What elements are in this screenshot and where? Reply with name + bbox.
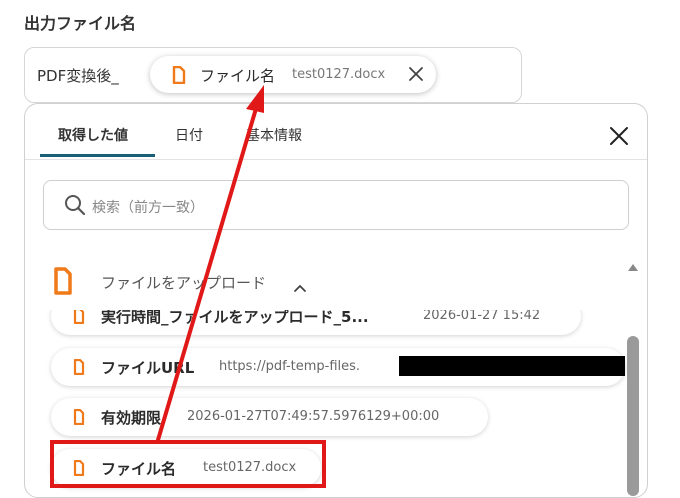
item-value: 2026-01-27 15:42	[423, 310, 541, 323]
output-filename-field[interactable]: PDF変換後_ ファイル名 test0127.docx	[24, 47, 522, 103]
item-label: 有効期限	[101, 409, 162, 427]
close-icon[interactable]	[609, 126, 629, 146]
tab-date[interactable]: 日付	[175, 125, 203, 145]
redacted-block	[399, 356, 625, 376]
file-icon	[53, 267, 73, 299]
scrollbar-thumb[interactable]	[627, 336, 639, 496]
file-icon	[73, 358, 85, 379]
file-icon	[73, 310, 85, 328]
search-icon	[64, 194, 86, 220]
chevron-up-icon[interactable]	[293, 278, 307, 297]
list-item[interactable]: 実行時間_ファイルをアップロード_5... 2026-01-27 15:42	[51, 310, 581, 335]
filename-token[interactable]: ファイル名 test0127.docx	[150, 56, 436, 93]
scroll-up-icon[interactable]	[627, 257, 639, 276]
item-label: 実行時間_ファイルをアップロード_5...	[101, 310, 369, 326]
active-tab-indicator	[40, 154, 155, 157]
tab-acquired-values[interactable]: 取得した値	[58, 125, 128, 145]
search-placeholder: 検索（前方一致）	[92, 200, 204, 216]
item-value: 2026-01-27T07:49:57.5976129+00:00	[187, 409, 440, 424]
item-value: https://pdf-temp-files.	[219, 359, 361, 374]
token-remove-icon[interactable]	[407, 65, 425, 83]
search-input[interactable]: 検索（前方一致）	[43, 180, 629, 230]
file-icon	[172, 65, 186, 88]
list-item[interactable]: ファイルURL https://pdf-temp-files.	[51, 348, 625, 386]
value-picker-panel: 取得した値 日付 基本情報 検索（前方一致） ファイルをアップロード 実行時間_…	[24, 103, 648, 498]
output-filename-label: 出力ファイル名	[24, 14, 137, 33]
tab-basic-info[interactable]: 基本情報	[246, 125, 302, 145]
list-item[interactable]: 有効期限 2026-01-27T07:49:57.5976129+00:00	[51, 398, 488, 436]
filename-prefix-text[interactable]: PDF変換後_	[37, 65, 119, 86]
item-label: ファイルURL	[101, 359, 195, 377]
group-label: ファイルをアップロード	[101, 274, 267, 292]
file-icon	[73, 408, 85, 429]
token-value: test0127.docx	[292, 67, 386, 82]
tabs-divider	[25, 159, 647, 160]
annotation-highlight-box	[50, 440, 326, 488]
token-label: ファイル名	[200, 67, 276, 85]
